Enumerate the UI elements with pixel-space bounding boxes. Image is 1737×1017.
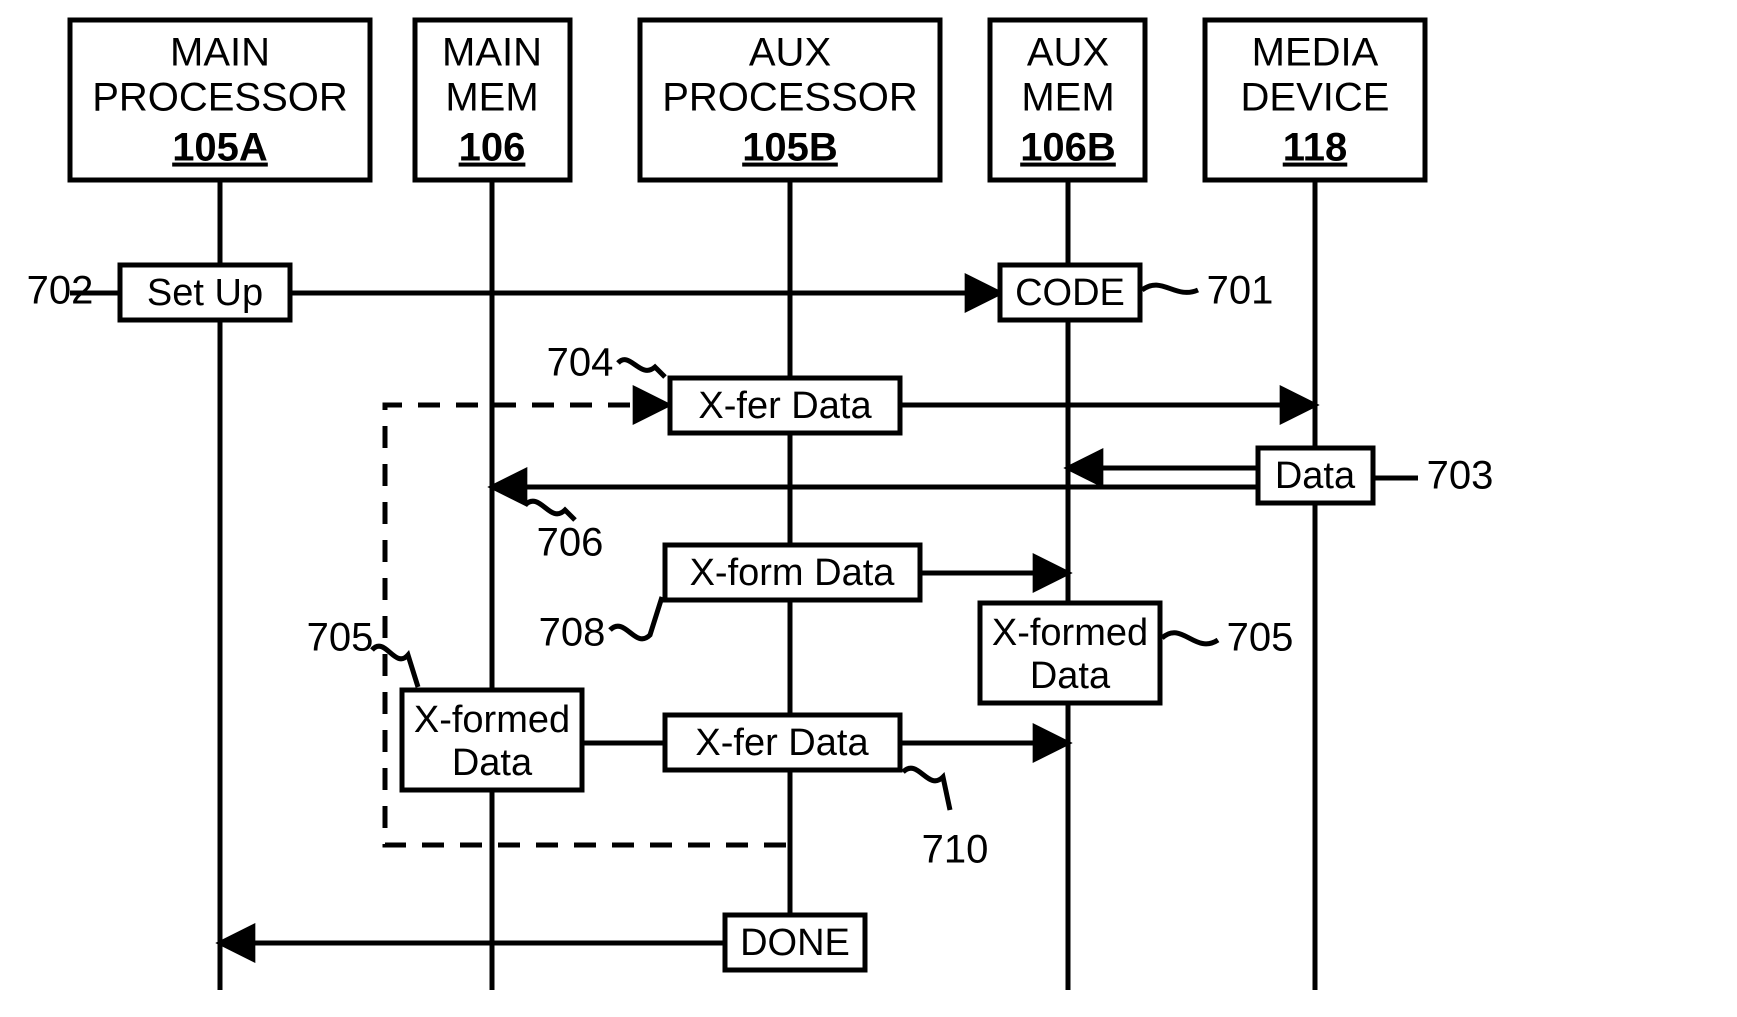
txt-xfer1: X-fer Data	[698, 385, 872, 427]
label-703: 703	[1427, 454, 1494, 498]
label-701: 701	[1207, 269, 1274, 313]
hdr-main-mem-ref: 106	[459, 126, 526, 170]
hdr-media-l2: DEVICE	[1241, 76, 1390, 120]
hdr-aux-mem-ref: 106B	[1020, 126, 1116, 170]
label-706: 706	[537, 521, 604, 565]
leader-708	[610, 597, 662, 639]
label-710: 710	[922, 828, 989, 872]
txt-code: CODE	[1015, 272, 1125, 314]
txt-xfer2: X-fer Data	[695, 722, 869, 764]
hdr-aux-mem-l2: MEM	[1021, 76, 1114, 120]
leader-706	[525, 501, 575, 520]
txt-xformed-aux-l2: Data	[1030, 655, 1111, 697]
hdr-main-proc-ref: 105A	[172, 126, 268, 170]
hdr-aux-proc-l1: AUX	[749, 31, 831, 75]
hdr-main-mem-l1: MAIN	[442, 31, 542, 75]
hdr-aux-mem-l1: AUX	[1027, 31, 1109, 75]
txt-xformed-main-l1: X-formed	[414, 699, 570, 741]
txt-xform: X-form Data	[690, 552, 896, 594]
label-708: 708	[539, 611, 606, 655]
hdr-aux-proc-l2: PROCESSOR	[662, 76, 918, 120]
leader-701	[1142, 285, 1198, 292]
leader-705b	[1162, 633, 1218, 644]
hdr-main-proc-l2: PROCESSOR	[92, 76, 348, 120]
hdr-media-ref: 118	[1283, 126, 1348, 170]
txt-done: DONE	[740, 922, 850, 964]
hdr-main-proc-l1: MAIN	[170, 31, 270, 75]
hdr-main-mem-l2: MEM	[445, 76, 538, 120]
hdr-media-l1: MEDIA	[1252, 31, 1379, 75]
hdr-aux-proc-ref: 105B	[742, 126, 838, 170]
txt-data: Data	[1275, 455, 1356, 497]
txt-setup: Set Up	[147, 272, 263, 314]
label-704: 704	[547, 341, 614, 385]
leader-710	[903, 768, 950, 810]
leader-704	[618, 360, 665, 377]
sequence-diagram: MAIN PROCESSOR 105A MAIN MEM 106 AUX PRO…	[0, 0, 1737, 1017]
label-705a: 705	[307, 616, 374, 660]
txt-xformed-aux-l1: X-formed	[992, 612, 1148, 654]
leader-705a	[372, 646, 418, 687]
label-705b: 705	[1227, 616, 1294, 660]
txt-xformed-main-l2: Data	[452, 742, 533, 784]
